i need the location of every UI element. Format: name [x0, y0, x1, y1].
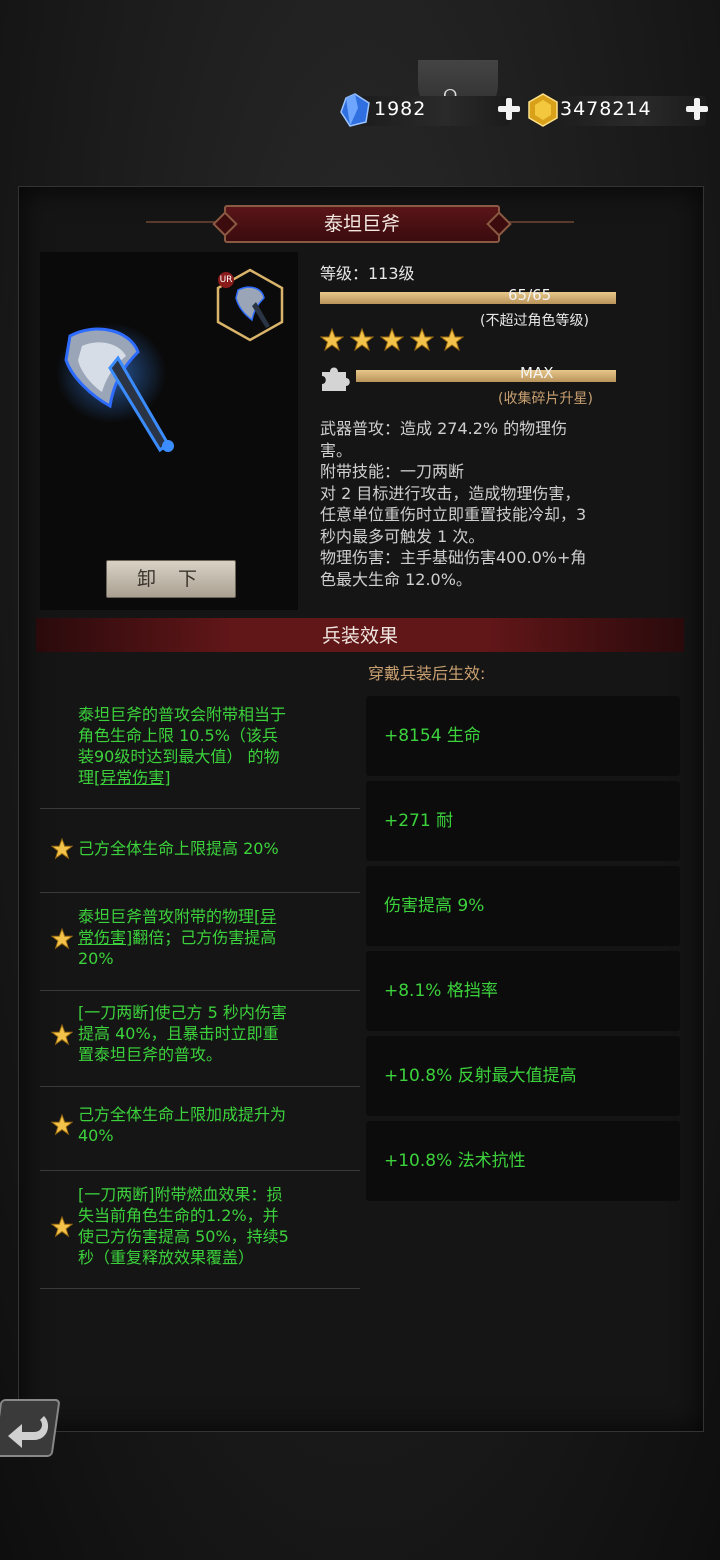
- star-icon: [51, 838, 73, 860]
- star-icon: [51, 1024, 73, 1046]
- stat-box: +10.8% 反射最大值提高: [366, 1036, 680, 1116]
- effect-text: 己方全体生命上限加成提升为 40%: [78, 1105, 287, 1145]
- level-label: 等级：113级: [320, 264, 415, 283]
- star-icon: [320, 328, 344, 352]
- stat-text: +10.8% 反射最大值提高: [384, 1066, 577, 1086]
- abnormal-damage-link[interactable]: 异常伤害: [100, 768, 164, 787]
- item-description: 武器普攻：造成 274.2% 的物理伤 害。 附带技能：一刀两断 对 2 目标进…: [320, 418, 676, 590]
- effect-item: [一刀两断]使己方 5 秒内伤害 提高 40%，且暴击时立即重 置泰坦巨斧的普攻…: [40, 990, 360, 1087]
- stat-box: +271 耐: [366, 781, 680, 861]
- description-line: 物理伤害：主手基础伤害400.0%+角 色最大生命 12.0%。: [320, 548, 587, 589]
- gold-crystal-icon: [528, 93, 558, 127]
- stat-text: +8.1% 格挡率: [384, 981, 498, 1001]
- star-icon: [380, 328, 404, 352]
- back-button[interactable]: [0, 1396, 64, 1460]
- effect-item: [一刀两断]附带燃血效果：损 失当前角色生命的1.2%，并 使己方伤害提高 50…: [40, 1170, 360, 1289]
- description-line: 附带技能：一刀两断: [320, 462, 465, 481]
- fragment-progress-text: MAX: [520, 364, 554, 382]
- unequip-button[interactable]: 卸 下: [106, 560, 236, 598]
- level-note: (不超过角色等级): [480, 313, 589, 329]
- effect-item: 己方全体生命上限加成提升为 40%: [40, 1086, 360, 1171]
- effect-text: [一刀两断]使己方 5 秒内伤害 提高 40%，且暴击时立即重 置泰坦巨斧的普攻…: [78, 1003, 287, 1064]
- gem-value: 1982: [374, 98, 427, 120]
- effect-text: 泰坦巨斧的普攻会附带相当于 角色生命上限 10.5%（该兵 装90级时达到最大值…: [78, 705, 287, 787]
- stat-text: 伤害提高 9%: [384, 896, 485, 916]
- star-icon: [51, 1216, 73, 1238]
- effect-text: 己方全体生命上限提高 20%: [78, 839, 279, 858]
- stat-box: 伤害提高 9%: [366, 866, 680, 946]
- add-gold-button[interactable]: [684, 96, 710, 122]
- stat-text: +10.8% 法术抗性: [384, 1151, 526, 1171]
- gold-value: 3478214: [560, 98, 652, 120]
- stat-box: +8.1% 格挡率: [366, 951, 680, 1031]
- effects-subtitle: 穿戴兵装后生效:: [368, 664, 486, 683]
- stat-text: +271 耐: [384, 811, 454, 831]
- effect-item: 泰坦巨斧普攻附带的物理[异 常伤害]翻倍；己方伤害提高 20%: [40, 892, 360, 991]
- stat-box: +8154 生命: [366, 696, 680, 776]
- fragment-progress-bar: [356, 370, 616, 382]
- blue-crystal-icon: [340, 93, 370, 127]
- puzzle-fragment-icon: [322, 367, 350, 391]
- effect-text: 泰坦巨斧普攻附带的物理[异 常伤害]翻倍；己方伤害提高 20%: [78, 907, 277, 968]
- fragment-note: (收集碎片升星): [498, 391, 593, 407]
- star-icon: [440, 328, 464, 352]
- description-line: 武器普攻：造成 274.2% 的物理伤 害。: [320, 419, 568, 460]
- effect-item: 己方全体生命上限提高 20%: [40, 808, 360, 893]
- star-icon: [410, 328, 434, 352]
- item-name: 泰坦巨斧: [323, 213, 400, 235]
- effect-item: 泰坦巨斧的普攻会附带相当于 角色生命上限 10.5%（该兵 装90级时达到最大值…: [40, 694, 360, 809]
- description-line: 对 2 目标进行攻击，造成物理伤害， 任意单位重伤时立即重置技能冷却，3 秒内最…: [320, 483, 587, 546]
- level-progress-text: 65/65: [508, 286, 552, 304]
- effects-title: 兵装效果: [321, 625, 398, 647]
- effect-text: [一刀两断]附带燃血效果：损 失当前角色生命的1.2%，并 使己方伤害提高 50…: [78, 1185, 289, 1267]
- star-icon: [350, 328, 374, 352]
- star-icon: [51, 1114, 73, 1136]
- star-icon: [51, 928, 73, 950]
- effects-header: 兵装效果: [36, 618, 684, 652]
- stat-text: +8154 生命: [384, 726, 481, 746]
- add-gem-button[interactable]: [496, 96, 522, 122]
- rarity-badge: UR: [218, 272, 234, 288]
- item-title-plate: 泰坦巨斧: [224, 205, 500, 243]
- level-progress-bar: [320, 292, 616, 304]
- stat-box: +10.8% 法术抗性: [366, 1121, 680, 1201]
- titan-axe-image: [56, 323, 174, 453]
